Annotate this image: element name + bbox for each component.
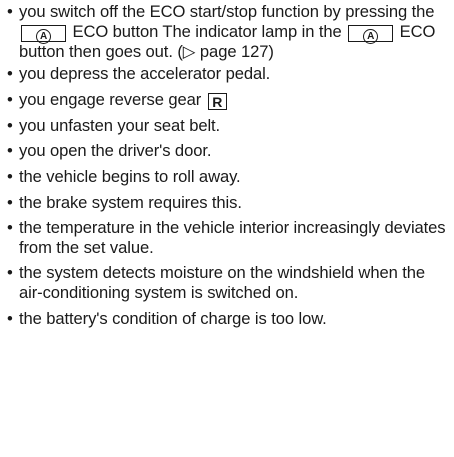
item-text: the system detects moisture on the wind­… [19,263,425,302]
list-item: • you engage reverse gear R [7,90,451,110]
condition-list: • you switch off the ECO start/stop func… [7,0,451,328]
item-text: you unfasten your seat belt. [19,115,221,135]
list-item: • you unfasten your seat belt. [7,116,451,136]
bullet: • [7,141,13,161]
list-item: • the brake system requires this. [7,193,451,213]
list-item: • you depress the accelerator pedal. [7,64,451,84]
eco-a-icon: A [363,28,379,44]
item-text: the brake system requires this. [19,192,242,212]
bullet: • [7,64,13,84]
list-item: • you open the driver's door. [7,141,451,161]
eco-button-key: A [21,24,66,44]
bullet: • [7,192,13,212]
bullet: • [7,89,13,109]
bullet: • [7,218,13,238]
list-item: • the temperature in the vehicle interio… [7,218,451,257]
item-text: the temperature in the vehicle interior … [19,218,446,257]
eco-a-icon: A [36,28,51,44]
item-text: you open the driver's door. [19,141,212,161]
item-text: the battery's condition of charge is too… [19,308,327,328]
bullet: • [7,2,13,21]
bullet: • [7,263,13,283]
list-item: • the battery's condition of charge is t… [7,309,451,329]
bullet: • [7,166,13,186]
item-text: the vehicle begins to roll away. [19,166,241,186]
list-item: • the vehicle begins to roll away. [7,167,451,187]
item-text: you engage reverse gear [19,89,206,109]
bullet: • [7,308,13,328]
list-item: • you switch off the ECO start/stop func… [7,2,451,61]
eco-button-key: A [348,24,394,44]
item-text: ECO button The indicator lamp in the [68,21,347,41]
item-text: you switch off the ECO start/stop functi… [19,2,435,21]
list-item: • the system detects moisture on the win… [7,263,451,302]
reverse-gear-key: R [207,92,227,110]
manual-page: • you switch off the ECO start/stop func… [0,0,454,457]
bullet: • [7,115,13,135]
item-text: you depress the accelerator pedal. [19,64,271,84]
